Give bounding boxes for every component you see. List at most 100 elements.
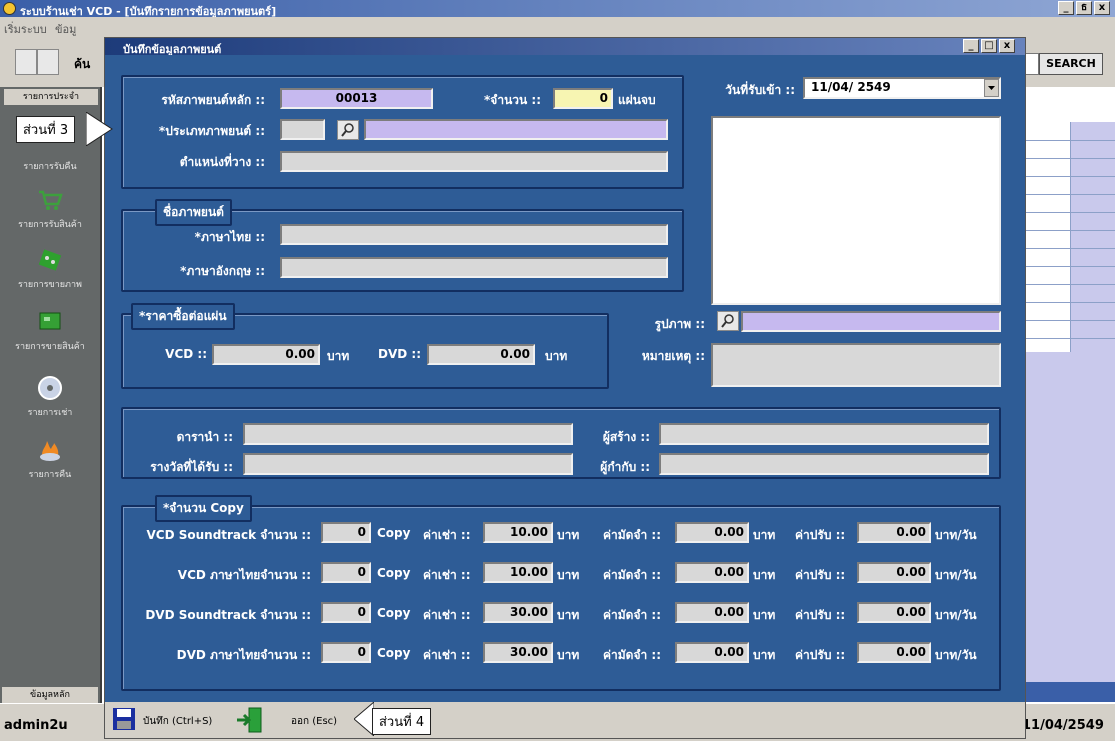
- exit-door-icon: [237, 707, 262, 733]
- search-input[interactable]: [1025, 53, 1039, 75]
- callout-arrow-icon: [354, 702, 374, 736]
- deposit-unit: บาท: [753, 608, 776, 622]
- magnifier-icon: [721, 314, 734, 328]
- director-label: ผู้สร้าง ::: [602, 430, 650, 444]
- copy-row-label: DVD ภาษาไทยจำนวน ::: [176, 648, 311, 662]
- main-maximize-button[interactable]: ธ: [1076, 1, 1092, 15]
- director-field[interactable]: [659, 423, 989, 445]
- deposit-unit: บาท: [753, 528, 776, 542]
- copy-row-label: VCD Soundtrack จำนวน ::: [146, 528, 311, 542]
- image-path-field[interactable]: [741, 311, 1001, 332]
- copy-count-field[interactable]: 0: [321, 642, 371, 663]
- copy-unit: Copy: [377, 566, 411, 580]
- copy-count-field[interactable]: 0: [321, 522, 371, 543]
- app-icon: [3, 2, 16, 15]
- background-grid: [1016, 122, 1115, 702]
- rent-field[interactable]: 30.00: [483, 602, 553, 623]
- exit-label: ออก (Esc): [291, 716, 338, 727]
- exit-button[interactable]: ออก (Esc): [235, 706, 365, 734]
- actor-field[interactable]: [243, 423, 573, 445]
- copy-count-field[interactable]: 0: [321, 602, 371, 623]
- location-field[interactable]: [280, 151, 668, 172]
- fine-unit: บาท/วัน: [935, 568, 977, 582]
- rent-label: ค่าเช่า ::: [423, 608, 471, 622]
- fine-label: ค่าปรับ ::: [795, 608, 846, 622]
- rent-label: ค่าเช่า ::: [423, 528, 471, 542]
- left-item-return[interactable]: รายการรับคืน: [0, 159, 100, 173]
- fine-label: ค่าปรับ ::: [795, 528, 846, 542]
- deposit-field[interactable]: 0.00: [675, 642, 749, 663]
- image-label: รูปภาพ ::: [654, 317, 705, 331]
- name-group-caption: ชื่อภาพยนต์: [155, 199, 232, 226]
- left-item-sell-goods[interactable]: รายการขายสินค้า: [0, 309, 100, 353]
- rent-field[interactable]: 30.00: [483, 642, 553, 663]
- floppy-disk-icon: [113, 708, 135, 730]
- date-field[interactable]: 11/04/ 2549: [803, 77, 1001, 99]
- date-label: วันที่รับเข้า ::: [725, 83, 795, 97]
- copy-count-field[interactable]: 0: [321, 562, 371, 583]
- rent-unit: บาท: [557, 608, 580, 622]
- fine-field[interactable]: 0.00: [857, 522, 931, 543]
- type-code-field[interactable]: [280, 119, 325, 140]
- count-unit: แผ่นจบ: [618, 93, 656, 107]
- copy-row-label: DVD Soundtrack จำนวน ::: [145, 608, 311, 622]
- dvd-price-field[interactable]: 0.00: [427, 344, 535, 365]
- left-item-sell-movie[interactable]: รายการขายภาพ: [0, 247, 100, 291]
- type-name-field[interactable]: [364, 119, 668, 140]
- left-item-return-movie[interactable]: รายการคืน: [0, 437, 100, 481]
- copy-row: DVD Soundtrack จำนวน :: 0 Copy ค่าเช่า :…: [105, 601, 1025, 627]
- dialog-maximize-button[interactable]: □: [981, 39, 997, 53]
- fine-field[interactable]: 0.00: [857, 602, 931, 623]
- search-button[interactable]: SEARCH: [1039, 53, 1103, 75]
- eng-name-field[interactable]: [280, 257, 668, 278]
- image-browse-button[interactable]: [717, 311, 739, 331]
- dvd-baht-unit: บาท: [545, 349, 568, 363]
- magnifier-icon: [341, 123, 354, 137]
- vcd-price-field[interactable]: 0.00: [212, 344, 320, 365]
- date-dropdown-button[interactable]: [984, 79, 999, 97]
- fine-field[interactable]: 0.00: [857, 562, 931, 583]
- award-label: รางวัลที่ได้รับ ::: [150, 460, 233, 474]
- award-field[interactable]: [243, 453, 573, 475]
- left-item-receive[interactable]: รายการรับสินค้า: [0, 187, 100, 231]
- chip-icon: [38, 249, 62, 271]
- rent-field[interactable]: 10.00: [483, 522, 553, 543]
- dialog-close-button[interactable]: x: [999, 39, 1015, 53]
- thai-name-field[interactable]: [280, 224, 668, 245]
- copy-unit: Copy: [377, 526, 411, 540]
- producer-field[interactable]: [659, 453, 989, 475]
- callout-part3: ส่วนที่ 3: [16, 112, 113, 146]
- actor-label: ดารานำ ::: [176, 430, 233, 444]
- save-button[interactable]: บันทึก (Ctrl+S): [111, 706, 241, 734]
- toolbar-button-2[interactable]: [37, 49, 59, 75]
- left-panel-header[interactable]: รายการประจำ: [4, 89, 98, 105]
- location-label: ตำแหน่งที่วาง ::: [179, 155, 265, 169]
- left-panel-footer[interactable]: ข้อมูลหลัก: [2, 687, 98, 703]
- copy-unit: Copy: [377, 606, 411, 620]
- main-title-bar: ระบบร้านเช่า VCD - [บันทึกรายการข้อมูลภา…: [0, 0, 1115, 18]
- main-minimize-button[interactable]: _: [1058, 1, 1074, 15]
- deposit-field[interactable]: 0.00: [675, 562, 749, 583]
- note-field[interactable]: [711, 343, 1001, 387]
- menu-start[interactable]: เริ่มระบบ: [4, 20, 47, 38]
- toolbar-button-1[interactable]: [15, 49, 37, 75]
- main-close-button[interactable]: x: [1094, 1, 1110, 15]
- movie-id-label: รหัสภาพยนต์หลัก ::: [161, 93, 265, 107]
- rent-field[interactable]: 10.00: [483, 562, 553, 583]
- eng-name-label: *ภาษาอังกฤษ ::: [180, 264, 265, 278]
- deposit-field[interactable]: 0.00: [675, 522, 749, 543]
- left-item-rent[interactable]: รายการเช่า: [0, 375, 100, 419]
- count-field[interactable]: 0: [553, 88, 613, 109]
- menu-data[interactable]: ข้อมู: [55, 20, 76, 38]
- dvd-label: DVD ::: [378, 347, 421, 361]
- deposit-label: ค่ามัดจำ ::: [603, 648, 662, 662]
- fine-unit: บาท/วัน: [935, 648, 977, 662]
- deposit-label: ค่ามัดจำ ::: [603, 568, 662, 582]
- deposit-field[interactable]: 0.00: [675, 602, 749, 623]
- type-lookup-button[interactable]: [337, 120, 359, 140]
- fine-field[interactable]: 0.00: [857, 642, 931, 663]
- dialog-minimize-button[interactable]: _: [963, 39, 979, 53]
- movie-id-field[interactable]: 00013: [280, 88, 433, 109]
- fine-label: ค่าปรับ ::: [795, 648, 846, 662]
- left-item-rent-label: รายการเช่า: [27, 408, 73, 418]
